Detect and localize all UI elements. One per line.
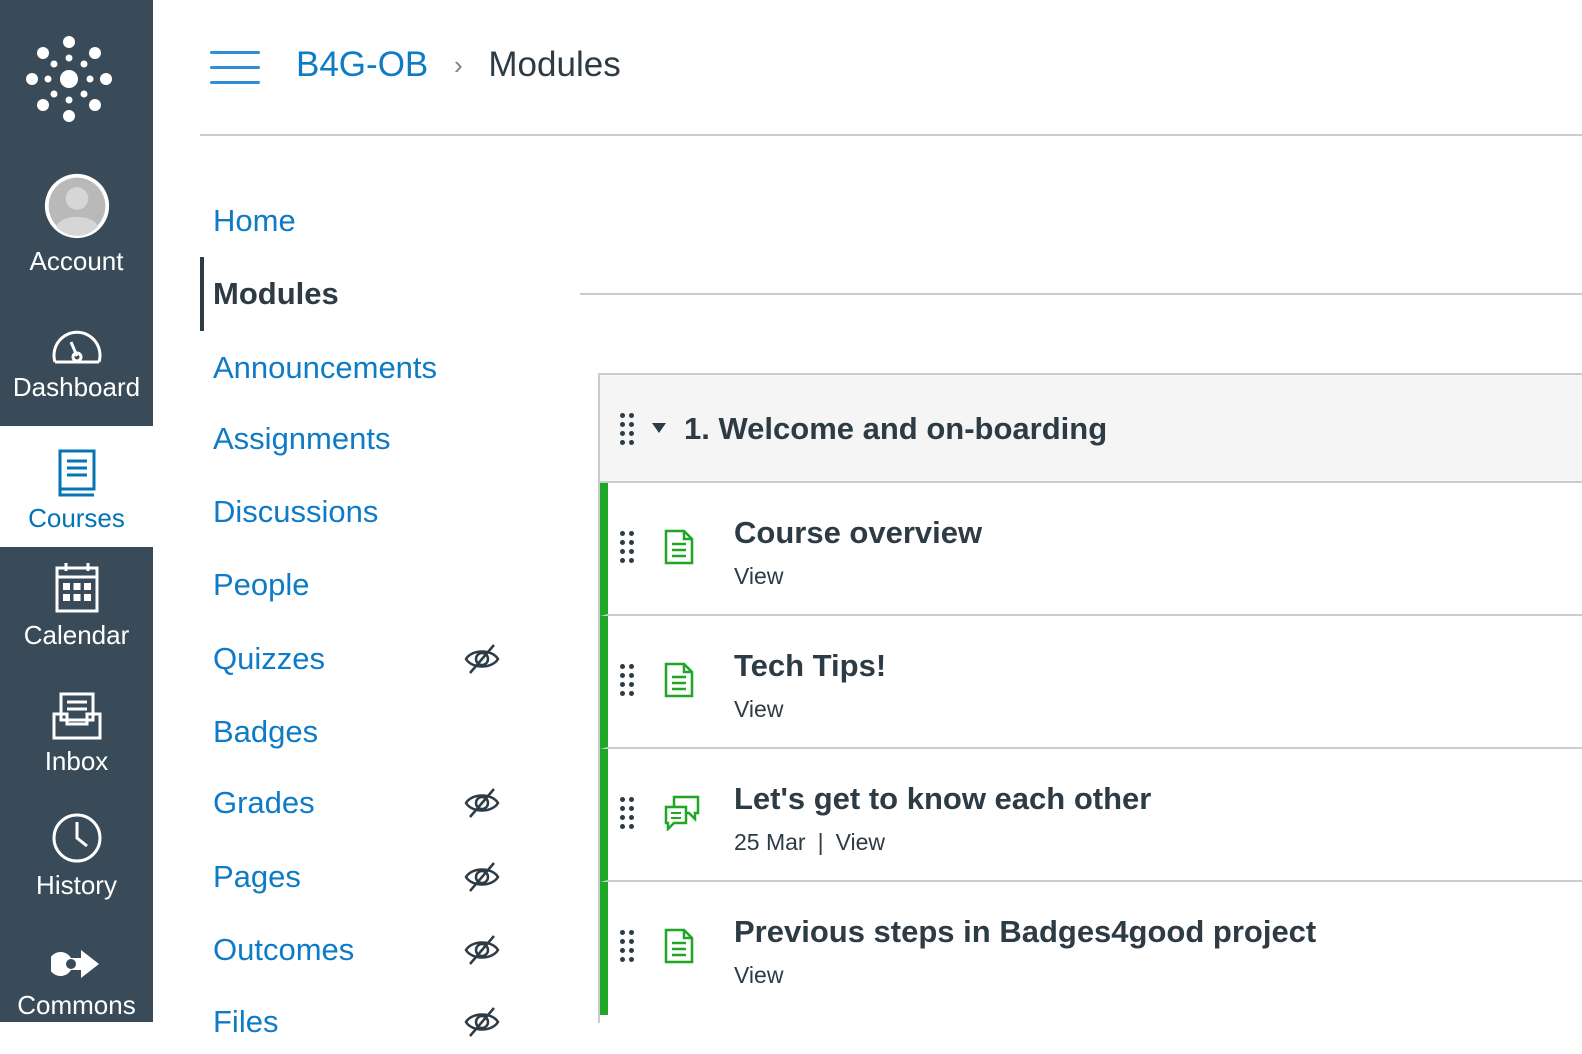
module-item[interactable]: Course overview View: [600, 483, 1582, 616]
module-item-title[interactable]: Previous steps in Badges4good project: [734, 912, 1316, 952]
eye-slash-icon: [464, 862, 500, 892]
global-nav-history[interactable]: History: [0, 796, 153, 914]
drag-handle-icon[interactable]: [620, 797, 636, 831]
global-nav: Account Dashboard Courses Calendar Inbox…: [0, 0, 153, 1022]
page-icon: [664, 529, 694, 565]
module-item-meta: View: [734, 960, 783, 990]
collapse-caret-icon[interactable]: [652, 423, 666, 433]
global-nav-label: Calendar: [23, 620, 130, 650]
global-nav-label: History: [36, 870, 117, 900]
drag-handle-icon[interactable]: [620, 930, 636, 964]
course-nav-label: Announcements: [213, 350, 438, 385]
course-nav-badges[interactable]: Badges: [200, 700, 510, 764]
header-divider: [200, 134, 1582, 136]
breadcrumb: B4G-OB › Modules: [296, 44, 621, 86]
global-nav-label: Inbox: [44, 746, 109, 776]
module-item-meta: 25 Mar | View: [734, 827, 885, 857]
calendar-icon: [55, 563, 98, 613]
drag-handle-icon[interactable]: [620, 531, 636, 565]
course-nav-label: Files: [213, 1004, 279, 1039]
global-nav-label: Commons: [17, 990, 136, 1020]
course-nav-label: Pages: [213, 859, 301, 894]
global-nav-label: Account: [29, 246, 124, 276]
module-title: 1. Welcome and on-boarding: [684, 411, 1108, 446]
course-nav-grades[interactable]: Grades: [200, 771, 510, 835]
global-nav-dashboard[interactable]: Dashboard: [0, 298, 153, 416]
module-container: 1. Welcome and on-boarding Course overvi…: [598, 373, 1582, 1023]
course-nav-assignments[interactable]: Assignments: [200, 407, 510, 471]
global-nav-account[interactable]: Account: [0, 172, 153, 290]
module-item[interactable]: Let's get to know each other 25 Mar | View: [600, 749, 1582, 882]
eye-slash-icon: [464, 788, 500, 818]
course-nav-label: Modules: [213, 276, 339, 311]
course-nav-discussions[interactable]: Discussions: [200, 480, 510, 544]
course-nav-label: Assignments: [213, 421, 391, 456]
course-nav-label: Quizzes: [213, 641, 325, 676]
module-item-action: View: [734, 696, 784, 722]
module-header[interactable]: 1. Welcome and on-boarding: [600, 375, 1582, 483]
course-nav-outcomes[interactable]: Outcomes: [200, 918, 510, 982]
course-nav-pages[interactable]: Pages: [200, 845, 510, 909]
module-item[interactable]: Tech Tips! View: [600, 616, 1582, 749]
breadcrumb-current: Modules: [488, 45, 621, 84]
module-item-action: View: [835, 829, 886, 855]
global-nav-courses[interactable]: Courses: [0, 426, 153, 547]
eye-slash-icon: [464, 644, 500, 674]
courses-icon: [58, 449, 95, 497]
global-nav-commons[interactable]: Commons: [0, 922, 153, 1022]
drag-handle-icon[interactable]: [620, 413, 636, 447]
course-nav-label: Home: [213, 203, 296, 238]
module-item-title[interactable]: Let's get to know each other: [734, 779, 1151, 819]
course-nav-announcements[interactable]: Announcements: [200, 336, 510, 400]
eye-slash-icon: [464, 935, 500, 965]
global-nav-inbox[interactable]: Inbox: [0, 672, 153, 790]
module-item-date: 25 Mar: [734, 829, 806, 855]
discussion-icon: [664, 795, 700, 831]
hamburger-icon[interactable]: [210, 50, 260, 86]
course-nav-quizzes[interactable]: Quizzes: [200, 627, 510, 691]
global-nav-label: Dashboard: [12, 372, 141, 402]
course-nav-files[interactable]: Files: [200, 990, 510, 1054]
inbox-icon: [52, 692, 101, 740]
module-item-title[interactable]: Course overview: [734, 513, 982, 553]
dashboard-icon: [52, 330, 101, 364]
course-nav-label: Outcomes: [213, 932, 355, 967]
course-nav-modules[interactable]: Modules: [200, 257, 510, 331]
module-item-meta: View: [734, 561, 783, 591]
canvas-logo-icon[interactable]: [26, 36, 112, 122]
course-nav-label: Badges: [213, 714, 319, 749]
course-nav-home[interactable]: Home: [200, 189, 510, 253]
breadcrumb-separator: ›: [454, 50, 463, 80]
module-item-action: View: [734, 563, 784, 589]
avatar-icon: [44, 173, 109, 239]
page-icon: [664, 662, 694, 698]
course-nav-people[interactable]: People: [200, 553, 510, 617]
course-nav-label: People: [213, 567, 310, 602]
eye-slash-icon: [464, 1007, 500, 1037]
module-item-title[interactable]: Tech Tips!: [734, 646, 886, 686]
module-item-meta: View: [734, 694, 783, 724]
drag-handle-icon[interactable]: [620, 664, 636, 698]
global-nav-calendar[interactable]: Calendar: [0, 546, 153, 664]
course-nav-label: Discussions: [213, 494, 379, 529]
clock-icon: [52, 813, 101, 863]
commons-icon: [50, 950, 99, 978]
global-nav-label: Courses: [28, 503, 125, 533]
module-item-action: View: [734, 962, 784, 988]
page-icon: [664, 928, 694, 964]
module-item[interactable]: Previous steps in Badges4good project Vi…: [600, 882, 1582, 1015]
meta-separator: |: [817, 829, 824, 855]
course-nav-label: Grades: [213, 785, 315, 820]
breadcrumb-course-link[interactable]: B4G-OB: [296, 45, 428, 84]
content-divider: [580, 293, 1582, 295]
